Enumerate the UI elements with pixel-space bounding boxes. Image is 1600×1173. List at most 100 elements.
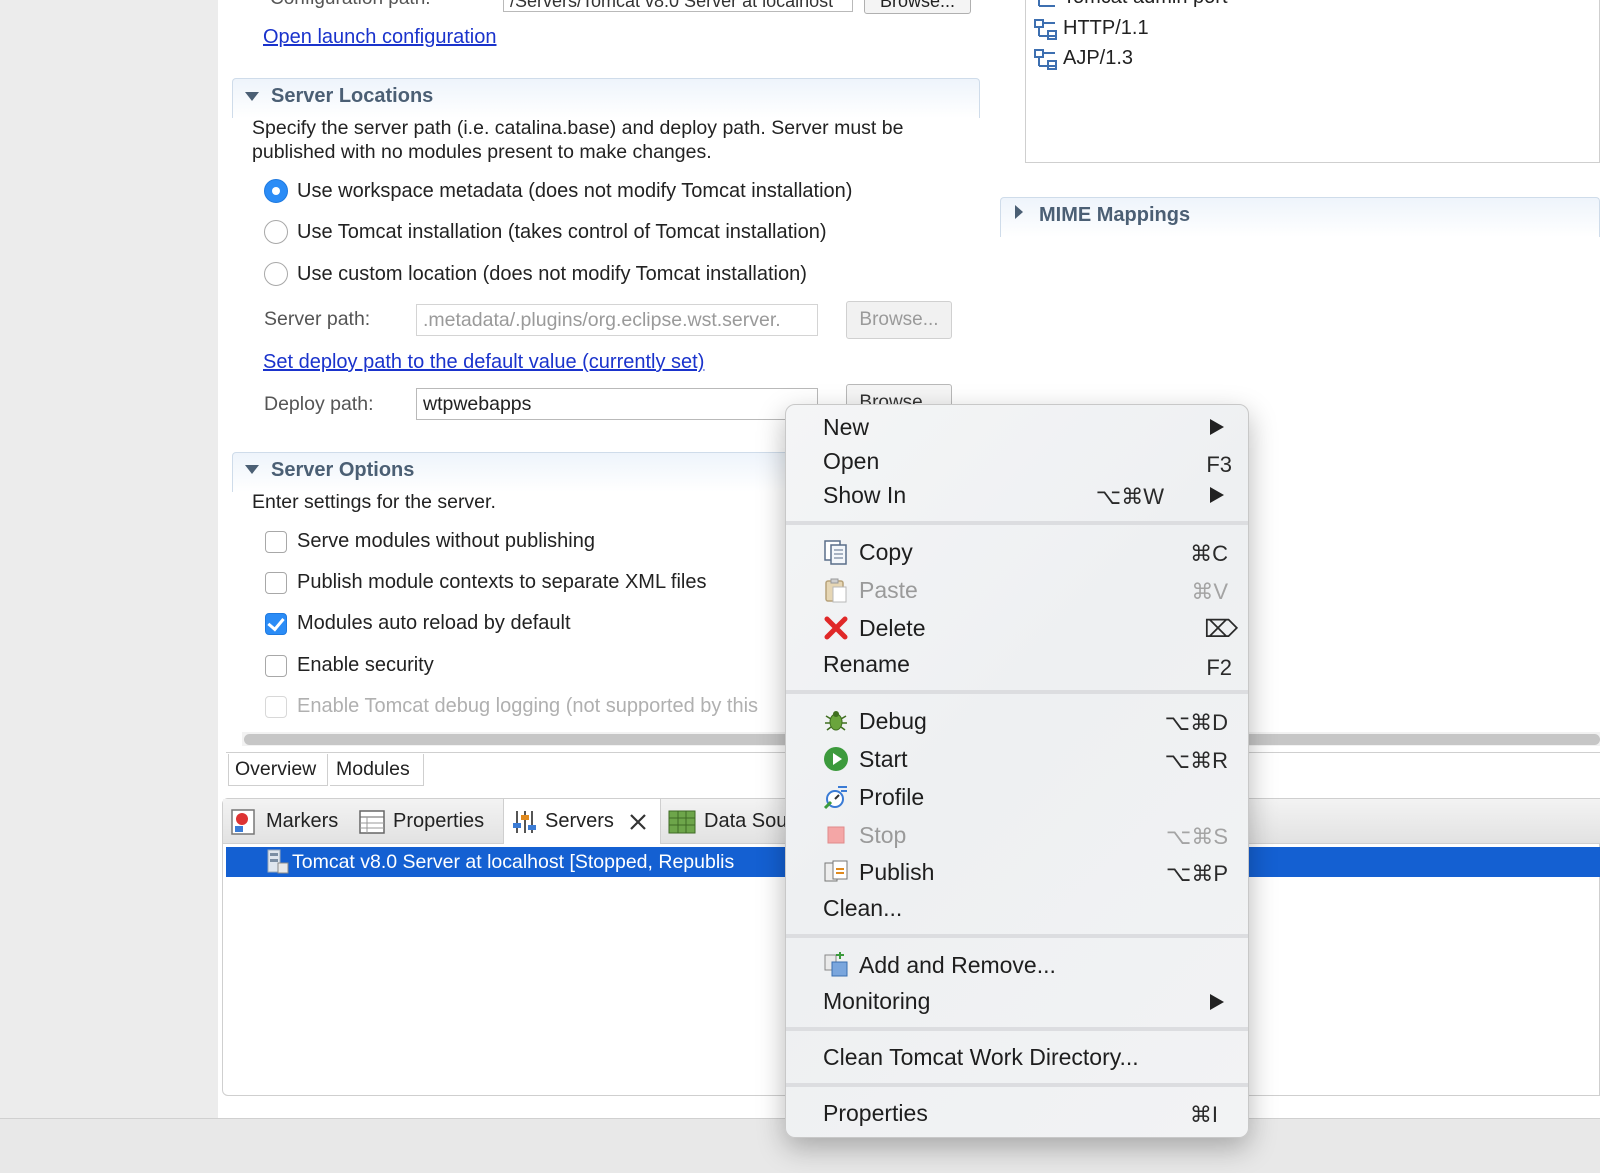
checkbox-publish-contexts[interactable]	[265, 572, 287, 594]
menu-item-copy[interactable]: Copy	[859, 539, 913, 566]
menu-separator	[786, 521, 1248, 525]
checkbox-auto-reload[interactable]	[265, 613, 287, 635]
shortcut-debug: ⌥⌘D	[1164, 710, 1228, 735]
shortcut-rename: F2	[1206, 655, 1232, 680]
menu-separator	[786, 690, 1248, 694]
radio-tomcat-installation[interactable]	[264, 220, 288, 244]
server-path-field[interactable]: .metadata/.plugins/org.eclipse.wst.serve…	[416, 304, 818, 336]
menu-separator	[786, 1083, 1248, 1087]
left-gutter	[0, 0, 218, 1118]
server-locations-description-1: Specify the server path (i.e. catalina.b…	[252, 117, 904, 139]
debug-icon	[825, 711, 847, 731]
tab-data-source[interactable]: Data Sou	[704, 800, 787, 842]
radio-workspace-metadata[interactable]	[264, 179, 288, 203]
shortcut-paste: ⌘V	[1191, 579, 1228, 604]
submenu-arrow-icon	[1210, 419, 1224, 435]
shortcut-properties: ⌘I	[1189, 1102, 1218, 1127]
shortcut-open: F3	[1206, 452, 1232, 477]
tab-servers[interactable]: Servers	[545, 800, 614, 842]
menu-separator	[786, 934, 1248, 938]
radio-tomcat-installation-label[interactable]: Use Tomcat installation (takes control o…	[297, 221, 827, 244]
menu-item-clean-tomcat-work-directory[interactable]: Clean Tomcat Work Directory...	[823, 1044, 1139, 1071]
port-row-admin[interactable]: Tomcat admin port	[1063, 0, 1228, 9]
port-icon	[1034, 19, 1057, 40]
tab-overview[interactable]: Overview	[228, 754, 328, 786]
shortcut-publish: ⌥⌘P	[1165, 861, 1228, 886]
menu-item-stop: Stop	[859, 822, 907, 848]
collapse-arrow-icon[interactable]	[245, 92, 259, 101]
tab-modules[interactable]: Modules	[330, 754, 424, 786]
checkbox-debug-logging-label: Enable Tomcat debug logging (not support…	[297, 695, 759, 717]
server-path-browse-button[interactable]: Browse...	[846, 301, 952, 339]
shortcut-stop: ⌥⌘S	[1165, 824, 1228, 849]
menu-item-show-in[interactable]: Show In	[823, 482, 906, 509]
deploy-path-field[interactable]: wtpwebapps	[416, 388, 818, 420]
server-options-title: Server Options	[271, 459, 415, 481]
profile-icon	[823, 786, 847, 810]
open-launch-configuration-link[interactable]: Open launch configuration	[263, 26, 497, 49]
copy-icon	[824, 540, 847, 565]
menu-item-delete[interactable]: Delete	[859, 615, 925, 642]
shortcut-show-in: ⌥⌘W	[1095, 484, 1164, 509]
close-icon[interactable]	[627, 811, 649, 833]
mime-mappings-title: MIME Mappings	[1039, 204, 1191, 226]
tab-markers[interactable]: Markers	[266, 800, 338, 842]
collapse-arrow-icon[interactable]	[245, 465, 259, 474]
servers-icon	[513, 811, 536, 833]
checkbox-serve-modules[interactable]	[265, 531, 287, 553]
publish-icon	[824, 860, 848, 882]
shortcut-delete: ⌦	[1204, 616, 1238, 643]
checkbox-auto-reload-label[interactable]: Modules auto reload by default	[297, 612, 571, 635]
submenu-arrow-icon	[1210, 487, 1224, 503]
markers-icon	[231, 809, 255, 835]
checkbox-enable-security[interactable]	[265, 655, 287, 677]
menu-item-properties[interactable]: Properties	[823, 1100, 928, 1127]
delete-icon	[824, 616, 848, 640]
deploy-path-label: Deploy path:	[264, 393, 374, 415]
shortcut-start: ⌥⌘R	[1164, 748, 1228, 773]
menu-item-start[interactable]: Start	[859, 746, 908, 773]
menu-item-new[interactable]: New	[823, 414, 869, 441]
server-locations-description-2: published with no modules present to mak…	[252, 141, 712, 163]
set-deploy-path-link[interactable]: Set deploy path to the default value (cu…	[263, 351, 704, 374]
properties-icon	[359, 810, 385, 834]
menu-item-publish[interactable]: Publish	[859, 859, 934, 886]
port-icon	[1034, 49, 1057, 70]
port-row-http[interactable]: HTTP/1.1	[1063, 17, 1149, 40]
configuration-path-label: Configuration path:	[270, 0, 431, 10]
menu-item-profile[interactable]: Profile	[859, 784, 924, 811]
paste-icon	[825, 578, 847, 603]
tab-properties[interactable]: Properties	[393, 800, 484, 842]
submenu-arrow-icon	[1210, 994, 1224, 1010]
server-path-label: Server path:	[264, 308, 371, 330]
expand-arrow-icon[interactable]	[1015, 205, 1023, 219]
radio-custom-location-label[interactable]: Use custom location (does not modify Tom…	[297, 263, 807, 286]
menu-item-rename[interactable]: Rename	[823, 651, 910, 678]
shortcut-copy: ⌘C	[1190, 541, 1228, 566]
server-locations-title: Server Locations	[271, 85, 434, 107]
add-remove-icon	[824, 952, 848, 977]
port-icon	[1038, 0, 1055, 7]
menu-item-open[interactable]: Open	[823, 448, 879, 475]
menu-separator	[786, 1027, 1248, 1031]
checkbox-debug-logging	[265, 696, 287, 718]
configuration-path-field[interactable]: /Servers/Tomcat v8.0 Server at localhost	[503, 0, 853, 12]
menu-item-add-and-remove[interactable]: Add and Remove...	[859, 952, 1056, 979]
checkbox-enable-security-label[interactable]: Enable security	[297, 654, 434, 677]
checkbox-publish-contexts-label[interactable]: Publish module contexts to separate XML …	[297, 571, 706, 594]
checkmark-icon	[267, 613, 285, 632]
menu-item-paste: Paste	[859, 577, 918, 603]
server-icon	[267, 849, 289, 874]
menu-item-debug[interactable]: Debug	[859, 708, 927, 735]
server-row-label: Tomcat v8.0 Server at localhost [Stopped…	[292, 851, 735, 873]
port-row-ajp[interactable]: AJP/1.3	[1063, 47, 1133, 70]
radio-workspace-metadata-label[interactable]: Use workspace metadata (does not modify …	[297, 180, 852, 203]
checkbox-serve-modules-label[interactable]: Serve modules without publishing	[297, 530, 595, 553]
menu-item-clean[interactable]: Clean...	[823, 895, 902, 922]
stop-icon	[827, 826, 845, 844]
configuration-browse-button[interactable]: Browse...	[864, 0, 971, 14]
menu-item-monitoring[interactable]: Monitoring	[823, 988, 930, 1015]
data-source-icon	[668, 810, 696, 834]
radio-custom-location[interactable]	[264, 262, 288, 286]
server-options-description: Enter settings for the server.	[252, 491, 496, 513]
